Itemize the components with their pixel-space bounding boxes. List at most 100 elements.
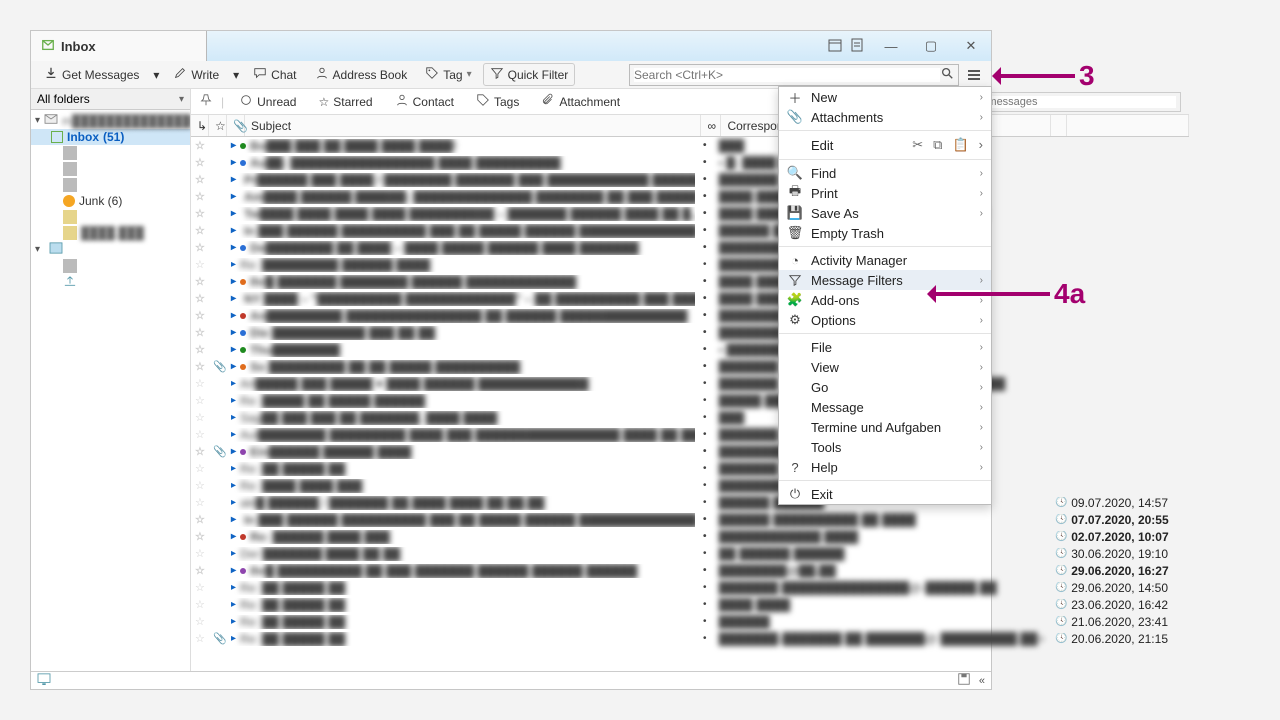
message-row[interactable]: ☆▸De████████ ██ ████ – ████ █████ ██████…	[191, 239, 1189, 256]
message-row[interactable]: ☆▸Die ███████████ ███ ██ ██•███████████-…	[191, 324, 1189, 341]
row-star[interactable]: ☆	[191, 207, 209, 220]
menu-find[interactable]: 🔍Find›	[779, 163, 991, 183]
row-star[interactable]: ☆	[191, 173, 209, 186]
message-row[interactable]: ☆▸Re: ██ █████ ██•███████ ██████████████…	[191, 579, 1189, 596]
filter-starred[interactable]: ☆Starred	[311, 92, 379, 112]
row-star[interactable]: ☆	[191, 360, 209, 373]
message-row[interactable]: ☆📎▸Re: ██ █████ ██•███████-███████ ██ ██…	[191, 630, 1189, 647]
folder-mode-select[interactable]: All folders ▾	[31, 89, 190, 110]
message-row[interactable]: ☆▸Am████ ██████ ██████: ██████████████ █…	[191, 188, 1189, 205]
get-messages-button[interactable]: Get Messages	[37, 63, 146, 86]
row-star[interactable]: ☆	[191, 462, 209, 475]
col-star[interactable]: ☆	[209, 115, 227, 136]
menu-message[interactable]: Message›	[779, 397, 991, 417]
menu-empty-trash[interactable]: 🗑Empty Trash	[779, 223, 991, 243]
tree-inbox[interactable]: Inbox (51)	[31, 129, 190, 145]
row-star[interactable]: ☆	[191, 615, 209, 628]
row-star[interactable]: ☆	[191, 377, 209, 390]
message-row[interactable]: ☆📎▸Ein██████ ██████ ████•█████████.█████…	[191, 443, 1189, 460]
row-star[interactable]: ☆	[191, 292, 209, 305]
paste-icon[interactable]: 📋	[952, 137, 968, 153]
message-list[interactable]: ☆▸Bo███ ███ ██ ████ ████ ████!•███☆▸Au██…	[191, 137, 1189, 671]
message-row[interactable]: ☆▸Sag██ ███ ███ ██ ███████, ████ ████•██…	[191, 409, 1189, 426]
online-icon[interactable]	[37, 673, 51, 688]
tree-junk[interactable]: Junk (6)	[31, 193, 190, 209]
message-row[interactable]: ☆▸Aut████████ █████████ ████ ███ ███████…	[191, 426, 1189, 443]
col-subject[interactable]: Subject	[245, 115, 701, 136]
tree-folder-3[interactable]	[31, 177, 190, 193]
row-star[interactable]: ☆	[191, 564, 209, 577]
message-row[interactable]: ☆▸Au██: █████████████████ ████ █████████…	[191, 154, 1189, 171]
row-star[interactable]: ☆	[191, 326, 209, 339]
message-row[interactable]: ☆▸Pr██████ ███ ████ / ████████ ███████ █…	[191, 171, 1189, 188]
menu-tools[interactable]: Tools›	[779, 437, 991, 457]
message-row[interactable]: ☆▸Tw████ ████ ████ ████ ██████████ – ███…	[191, 205, 1189, 222]
row-star[interactable]: ☆	[191, 190, 209, 203]
col-junk-indicator[interactable]	[1051, 115, 1067, 136]
row-star[interactable]: ☆	[191, 241, 209, 254]
message-row[interactable]: ☆▸Re: ██ █████ ██•███████ ██████	[191, 460, 1189, 477]
message-row[interactable]: ☆▸Art█████ ███ █████ ♥ ████ ██████ █████…	[191, 375, 1189, 392]
row-star[interactable]: ☆	[191, 445, 209, 458]
write-button[interactable]: Write	[166, 63, 226, 86]
menu-termine[interactable]: Termine und Aufgaben›	[779, 417, 991, 437]
row-star[interactable]: ☆	[191, 156, 209, 169]
col-attach[interactable]: 📎	[227, 115, 245, 136]
menu-view[interactable]: View›	[779, 357, 991, 377]
copy-icon[interactable]: ⧉	[933, 137, 942, 153]
message-row[interactable]: ☆▸Re: ██ █████ ██•████ ████🕓23.06.2020, …	[191, 596, 1189, 613]
menu-go[interactable]: Go›	[779, 377, 991, 397]
window-minimize[interactable]: —	[871, 31, 911, 61]
message-row[interactable]: ☆▸Re: █████████ ██████ ████•█████████ ██…	[191, 256, 1189, 273]
cut-icon[interactable]: ✂	[912, 137, 923, 153]
message-row[interactable]: ☆▸Re: ██████ ████ ███•████████████ ████🕓…	[191, 528, 1189, 545]
row-star[interactable]: ☆	[191, 598, 209, 611]
message-row[interactable]: ☆▸akt█ ██████ / ███████ ██.████ ████ ██:…	[191, 494, 1189, 511]
message-row[interactable]: ☆▸Thu████████•• ██████████████@██████.██…	[191, 341, 1189, 358]
row-star[interactable]: ☆	[191, 513, 209, 526]
menu-activity-manager[interactable]: ◔Activity Manager	[779, 250, 991, 270]
row-star[interactable]: ☆	[191, 479, 209, 492]
menu-new[interactable]: ＋New›	[779, 87, 991, 107]
row-star[interactable]: ☆	[191, 394, 209, 407]
row-star[interactable]: ☆	[191, 496, 209, 509]
tree-local-1[interactable]	[31, 258, 190, 274]
message-row[interactable]: ☆📎▸So █████████ ██ ██ █████ ██████████•█…	[191, 358, 1189, 375]
tree-account[interactable]: ▾ m██████████████loud.com	[31, 112, 190, 129]
tree-folder-1[interactable]	[31, 145, 190, 161]
filter-unread[interactable]: Unread	[232, 90, 303, 113]
tree-folder-2[interactable]	[31, 161, 190, 177]
message-row[interactable]: ☆▸In ███ ██████ ██████████ ███ ██ █████ …	[191, 222, 1189, 239]
filter-tags[interactable]: Tags	[469, 90, 526, 113]
row-star[interactable]: ☆	[191, 632, 209, 645]
row-star[interactable]: ☆	[191, 411, 209, 424]
tab-inbox[interactable]: Inbox	[31, 31, 207, 61]
message-row[interactable]: ☆▸Bo███ ███ ██ ████ ████ ████!•███	[191, 137, 1189, 154]
tasks-icon[interactable]	[849, 37, 865, 56]
write-dropdown[interactable]: ▾	[230, 68, 242, 82]
message-row[interactable]: ☆▸Re: ██ █████ ██•██████🕓21.06.2020, 23:…	[191, 613, 1189, 630]
get-messages-dropdown[interactable]: ▾	[150, 68, 162, 82]
pin-icon[interactable]	[199, 93, 213, 110]
row-star[interactable]: ☆	[191, 581, 209, 594]
row-star[interactable]: ☆	[191, 139, 209, 152]
address-book-button[interactable]: Address Book	[308, 63, 415, 86]
tree-localfolders[interactable]: ▾	[31, 241, 190, 258]
menu-options[interactable]: ⚙Options›	[779, 310, 991, 330]
row-star[interactable]: ☆	[191, 309, 209, 322]
message-row[interactable]: ☆▸Der ███████ ████ ██ ██•██ ██████ █████…	[191, 545, 1189, 562]
tree-local-2[interactable]	[31, 274, 190, 291]
row-star[interactable]: ☆	[191, 343, 209, 356]
app-menu-button[interactable]	[963, 64, 985, 86]
chat-button[interactable]: Chat	[246, 63, 303, 86]
row-star[interactable]: ☆	[191, 258, 209, 271]
global-search[interactable]	[629, 64, 959, 86]
filter-contact[interactable]: Contact	[388, 90, 461, 113]
quick-filter-button[interactable]: Quick Filter	[483, 63, 576, 86]
menu-exit[interactable]: ⏻Exit	[779, 484, 991, 504]
col-read[interactable]: ∞	[701, 115, 721, 136]
row-star[interactable]: ☆	[191, 530, 209, 543]
window-maximize[interactable]: ▢	[911, 31, 951, 61]
message-row[interactable]: ☆▸Re: █████ ██ █████ ██████•█████ ██████…	[191, 392, 1189, 409]
row-star[interactable]: ☆	[191, 547, 209, 560]
